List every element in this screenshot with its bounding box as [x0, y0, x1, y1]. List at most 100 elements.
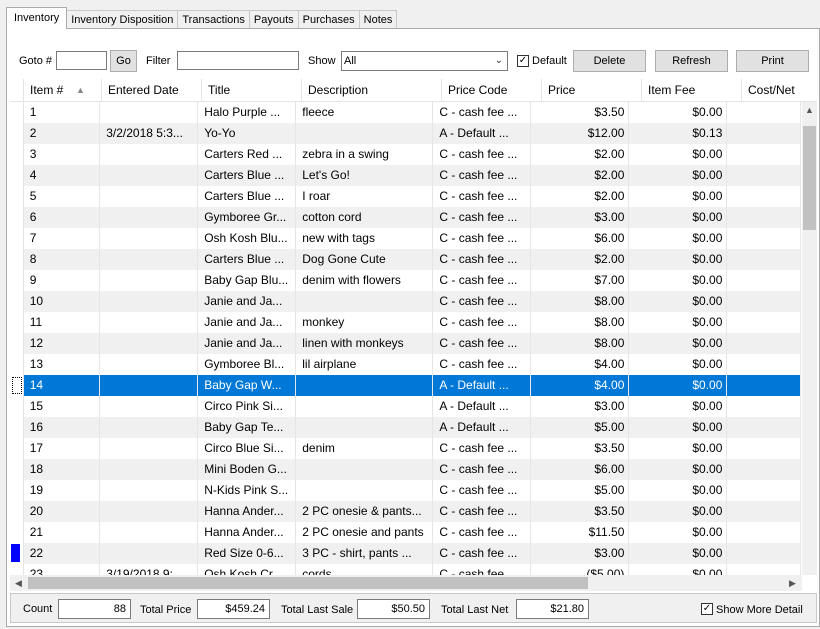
- grid-rows: 1 Halo Purple ... fleece C - cash fee ... $3…: [10, 102, 801, 585]
- cell-price: $2.00: [531, 249, 630, 270]
- table-row[interactable]: 4 Carters Blue ... Let's Go! C - cash fee .…: [10, 165, 801, 186]
- column-header-title[interactable]: Title: [202, 79, 302, 101]
- scroll-left-icon[interactable]: ◀: [15, 578, 22, 589]
- row-selector[interactable]: [10, 480, 24, 501]
- table-row[interactable]: 20 Hanna Ander... 2 PC onesie & pants... C …: [10, 501, 801, 522]
- cell-item-fee: $0.00: [629, 522, 728, 543]
- print-button[interactable]: Print: [736, 50, 809, 72]
- table-row[interactable]: 19 N-Kids Pink S... C - cash fee ... $5.00 $…: [10, 480, 801, 501]
- refresh-button[interactable]: Refresh: [655, 50, 728, 72]
- row-selector[interactable]: [10, 375, 24, 396]
- tab-inventory[interactable]: Inventory: [6, 7, 68, 29]
- cell-item-number: 15: [24, 396, 101, 417]
- cell-title: Carters Blue ...: [198, 249, 297, 270]
- row-selector[interactable]: [10, 249, 24, 270]
- table-row[interactable]: 22 Red Size 0-6... 3 PC - shirt, pants ...…: [10, 543, 801, 564]
- table-row[interactable]: 6 Gymboree Gr... cotton cord C - cash fee .…: [10, 207, 801, 228]
- cell-description: monkey: [296, 312, 434, 333]
- tab-notes[interactable]: Notes: [358, 10, 398, 29]
- cell-title: Carters Blue ...: [198, 186, 297, 207]
- column-header-description[interactable]: Description: [302, 79, 442, 101]
- row-selector[interactable]: [10, 186, 24, 207]
- tab-payouts[interactable]: Payouts: [248, 10, 299, 29]
- tab-purchases[interactable]: Purchases: [297, 10, 360, 29]
- tab-inventory-disposition[interactable]: Inventory Disposition: [66, 10, 179, 29]
- row-selector[interactable]: [10, 417, 24, 438]
- tab-transactions[interactable]: Transactions: [177, 10, 250, 29]
- row-selector[interactable]: [10, 543, 24, 564]
- show-more-detail-checkbox[interactable]: ✓: [701, 603, 713, 615]
- cell-title: Gymboree Bl...: [198, 354, 297, 375]
- table-row[interactable]: 17 Circo Blue Si... denim C - cash fee ... $…: [10, 438, 801, 459]
- row-selector[interactable]: [10, 522, 24, 543]
- show-select[interactable]: All ⌄: [341, 51, 508, 71]
- row-selector[interactable]: [10, 207, 24, 228]
- column-header-price[interactable]: Price: [542, 79, 642, 101]
- goto-input[interactable]: [56, 51, 107, 70]
- row-selector[interactable]: [10, 270, 24, 291]
- scroll-up-icon[interactable]: ▲: [805, 105, 814, 115]
- column-header-cost-net[interactable]: Cost/Net: [742, 79, 817, 101]
- cell-title: Baby Gap W...: [198, 375, 297, 396]
- row-selector[interactable]: [10, 228, 24, 249]
- column-header-entered-date[interactable]: Entered Date: [102, 79, 202, 101]
- row-selector[interactable]: [10, 438, 24, 459]
- table-row[interactable]: 5 Carters Blue ... I roar C - cash fee ... $…: [10, 186, 801, 207]
- cell-item-fee: $0.00: [629, 186, 728, 207]
- table-row[interactable]: 11 Janie and Ja... monkey C - cash fee ... $…: [10, 312, 801, 333]
- row-selector[interactable]: [10, 396, 24, 417]
- cell-description: 3 PC - shirt, pants ...: [296, 543, 434, 564]
- column-header-price-code[interactable]: Price Code: [442, 79, 542, 101]
- row-selector[interactable]: [10, 123, 24, 144]
- table-row[interactable]: 1 Halo Purple ... fleece C - cash fee ... $3…: [10, 102, 801, 123]
- cell-price-code: C - cash fee ...: [433, 312, 532, 333]
- cell-item-fee: $0.00: [629, 543, 728, 564]
- horizontal-scrollbar[interactable]: ◀ ▶: [10, 575, 802, 591]
- cell-cost-net: [727, 102, 801, 123]
- cell-description: Let's Go!: [296, 165, 434, 186]
- vertical-scrollbar[interactable]: ▲: [802, 102, 817, 575]
- table-row[interactable]: 18 Mini Boden G... C - cash fee ... $6.00 $0…: [10, 459, 801, 480]
- table-row[interactable]: 15 Circo Pink Si... A - Default ... $3.00 $0…: [10, 396, 801, 417]
- table-row[interactable]: 2 3/2/2018 5:3... Yo-Yo A - Default ... $12.…: [10, 123, 801, 144]
- row-selector[interactable]: [10, 165, 24, 186]
- cell-entered-date: [100, 144, 199, 165]
- table-row[interactable]: 7 Osh Kosh Blu... new with tags C - cash fe…: [10, 228, 801, 249]
- vertical-scroll-thumb[interactable]: [803, 126, 816, 230]
- default-checkbox[interactable]: ✓: [517, 55, 529, 67]
- tab-strip: Inventory Inventory Disposition Transact…: [6, 7, 398, 29]
- row-selector[interactable]: [10, 144, 24, 165]
- cell-cost-net: [727, 291, 801, 312]
- cell-price-code: C - cash fee ...: [433, 207, 532, 228]
- table-row[interactable]: 13 Gymboree Bl... lil airplane C - cash fee…: [10, 354, 801, 375]
- table-row[interactable]: 10 Janie and Ja... C - cash fee ... $8.00 $0…: [10, 291, 801, 312]
- row-selector[interactable]: [10, 333, 24, 354]
- cell-cost-net: [727, 249, 801, 270]
- filter-input[interactable]: [177, 51, 299, 70]
- cell-price-code: C - cash fee ...: [433, 543, 532, 564]
- cell-description: fleece: [296, 102, 434, 123]
- table-row[interactable]: 14 Baby Gap W... A - Default ... $4.00 $0.00: [10, 375, 801, 396]
- table-row[interactable]: 16 Baby Gap Te... A - Default ... $5.00 $0.0…: [10, 417, 801, 438]
- cell-price: $5.00: [531, 417, 630, 438]
- go-button[interactable]: Go: [110, 50, 137, 72]
- horizontal-scroll-thumb[interactable]: [28, 577, 588, 589]
- delete-button[interactable]: Delete: [573, 50, 646, 72]
- row-selector[interactable]: [10, 291, 24, 312]
- cell-description: lil airplane: [296, 354, 434, 375]
- row-selector[interactable]: [10, 312, 24, 333]
- table-row[interactable]: 21 Hanna Ander... 2 PC onesie and pants C -…: [10, 522, 801, 543]
- cell-item-number: 2: [24, 123, 101, 144]
- table-row[interactable]: 12 Janie and Ja... linen with monkeys C - c…: [10, 333, 801, 354]
- row-selector[interactable]: [10, 102, 24, 123]
- scroll-right-icon[interactable]: ▶: [789, 578, 796, 589]
- column-header-item[interactable]: Item # ▲: [24, 79, 102, 101]
- cell-title: Circo Pink Si...: [198, 396, 297, 417]
- row-selector[interactable]: [10, 501, 24, 522]
- table-row[interactable]: 3 Carters Red ... zebra in a swing C - cash…: [10, 144, 801, 165]
- column-header-item-fee[interactable]: Item Fee: [642, 79, 742, 101]
- table-row[interactable]: 9 Baby Gap Blu... denim with flowers C - ca…: [10, 270, 801, 291]
- row-selector[interactable]: [10, 459, 24, 480]
- table-row[interactable]: 8 Carters Blue ... Dog Gone Cute C - cash f…: [10, 249, 801, 270]
- row-selector[interactable]: [10, 354, 24, 375]
